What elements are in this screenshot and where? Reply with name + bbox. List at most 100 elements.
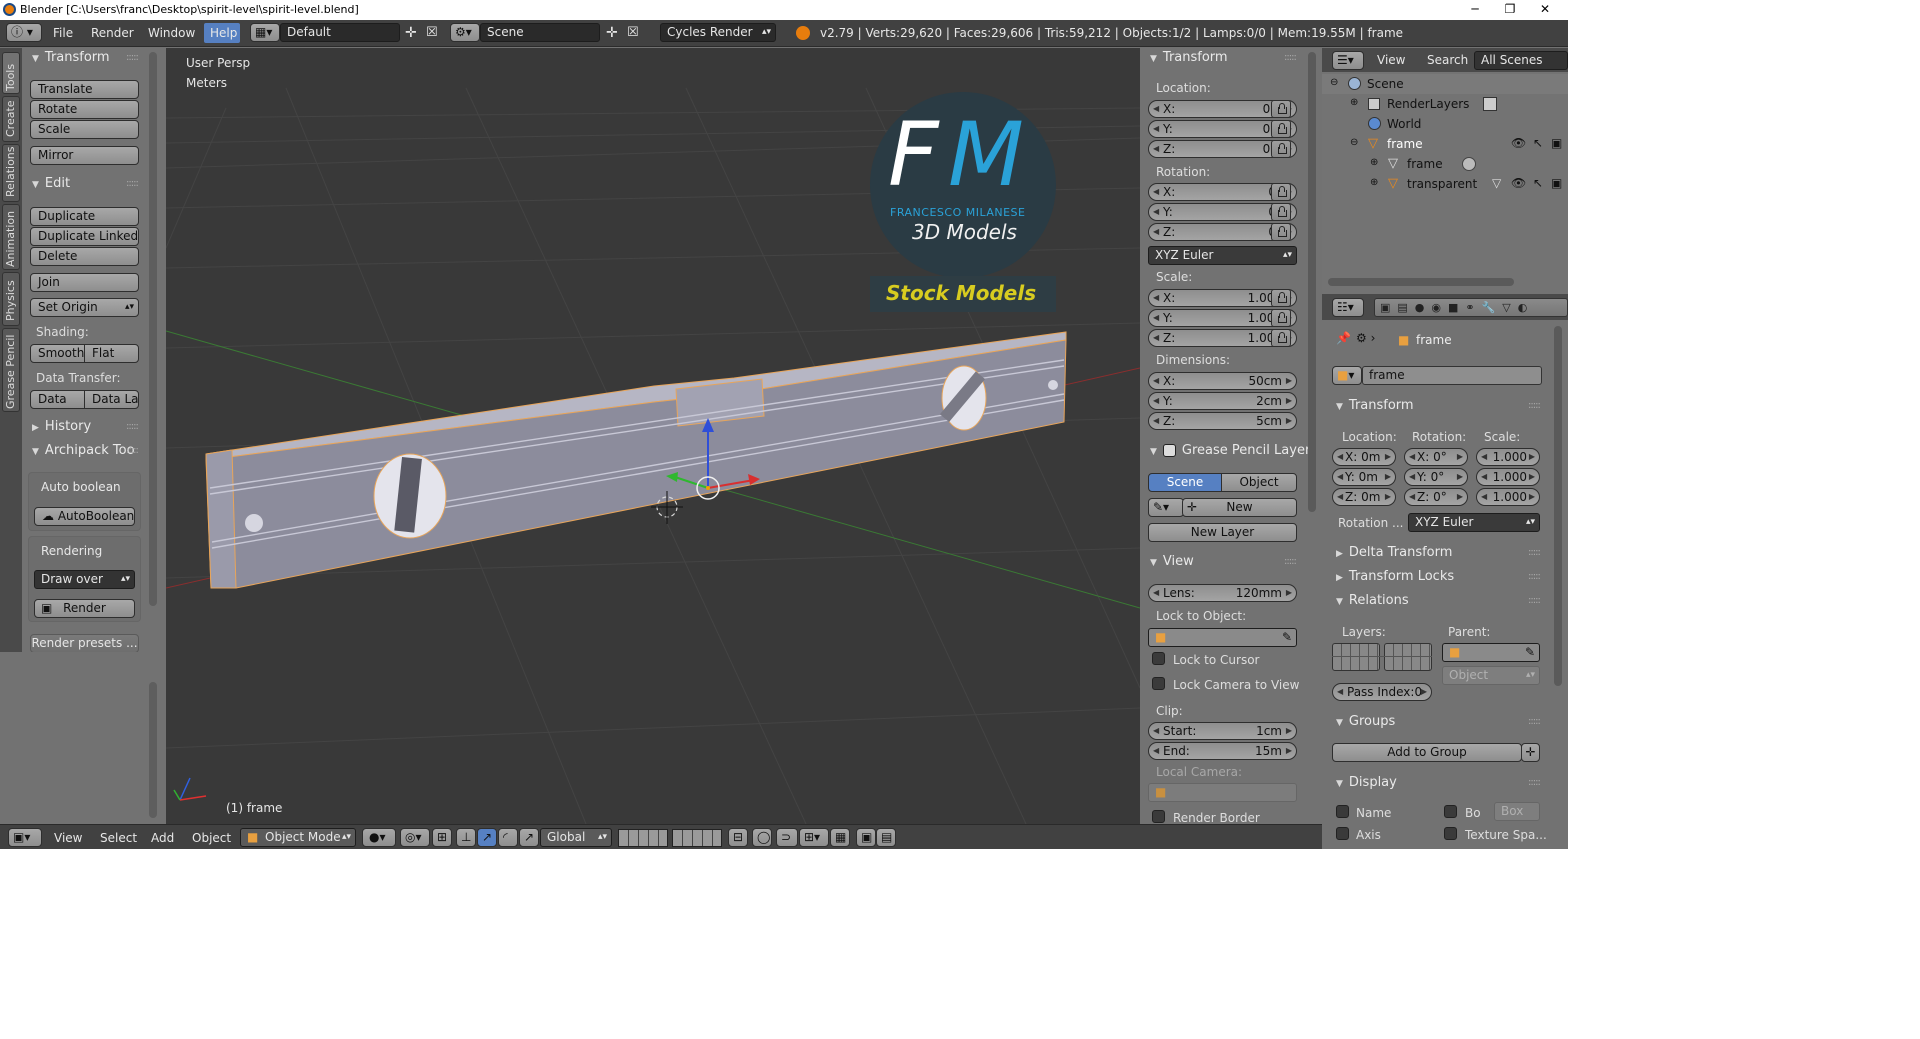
pivot-point-icon[interactable]: ◎▾	[400, 828, 430, 847]
collapse-icon[interactable]: ⊖	[1330, 77, 1338, 88]
lock-to-cursor-checkbox[interactable]	[1152, 652, 1165, 665]
flat-button[interactable]: Flat	[84, 344, 139, 363]
outliner-label-frame[interactable]: frame	[1387, 137, 1423, 151]
rotate-button[interactable]: Rotate	[30, 100, 139, 119]
clip-start-field[interactable]: ◀ Start: 1cm ▶	[1148, 722, 1297, 740]
properties-editor-icon[interactable]: ☷▾	[1332, 298, 1364, 317]
data-layout-button[interactable]: Data La	[84, 390, 139, 409]
proportional-edit-icon[interactable]: ◯	[752, 828, 772, 847]
outliner-filter-select[interactable]: All Scenes	[1474, 51, 1568, 70]
eyedropper-icon[interactable]: ✎	[1282, 629, 1292, 646]
props-scale-z[interactable]: ◀ 1.000 ▶	[1476, 488, 1540, 506]
layers-grid-a[interactable]	[1332, 643, 1380, 671]
manipulator-extra-icon[interactable]: ↗	[519, 828, 539, 847]
scale-button[interactable]: Scale	[30, 120, 139, 139]
outliner-row-frame-mesh[interactable]: ⊕ ▽ frame	[1322, 154, 1568, 174]
lock-icon[interactable]	[1271, 329, 1291, 347]
history-panel-header[interactable]: ▶ History	[32, 419, 91, 434]
menu-help[interactable]: Help	[210, 26, 237, 40]
screen-layout-icon[interactable]: ▦▾	[250, 23, 280, 42]
gp-pencil-icon[interactable]: ✎▾	[1148, 498, 1184, 517]
outliner-row-renderlayers[interactable]: ⊕ RenderLayers	[1322, 94, 1568, 114]
render-border-checkbox[interactable]	[1152, 810, 1165, 823]
add-to-group-button[interactable]: Add to Group	[1332, 743, 1522, 762]
horizontal-scroll-bar[interactable]	[1328, 278, 1514, 286]
tab-physics[interactable]: Physics	[2, 272, 20, 326]
tab-create[interactable]: Create	[2, 96, 20, 142]
scene-icon[interactable]: ⚙▾	[450, 23, 480, 42]
duplicate-linked-button[interactable]: Duplicate Linked	[30, 227, 139, 246]
add-layout-icon[interactable]: ✛	[405, 25, 417, 41]
drag-handle-icon[interactable]: :::::	[1528, 547, 1541, 558]
lock-icon[interactable]	[1271, 223, 1291, 241]
render-camera-icon[interactable]: ▣	[1551, 136, 1562, 150]
relations-header[interactable]: ▼ Relations	[1336, 593, 1409, 608]
render-still-icon[interactable]: ▣	[856, 828, 876, 847]
props-scale-y[interactable]: ◀ 1.000 ▶	[1476, 468, 1540, 486]
gp-new-button[interactable]: ✛ New	[1182, 498, 1297, 517]
drag-handle-icon[interactable]: :::::	[126, 445, 139, 456]
outliner-editor-icon[interactable]: ☰▾	[1332, 51, 1364, 70]
view-panel-header[interactable]: ▼ View	[1150, 554, 1194, 569]
render-presets-button[interactable]: Render presets ...	[30, 634, 139, 653]
drag-handle-icon[interactable]: :::::	[1528, 777, 1541, 788]
parent-field[interactable]: ■ ✎	[1442, 643, 1540, 662]
outliner-label-transparent[interactable]: transparent	[1407, 177, 1477, 191]
remove-layout-icon[interactable]: ☒	[426, 25, 438, 40]
outliner-label-scene[interactable]: Scene	[1367, 77, 1404, 91]
lock-icon[interactable]	[1271, 183, 1291, 201]
lock-icon[interactable]	[1271, 120, 1291, 138]
lock-icon[interactable]	[1271, 309, 1291, 327]
drag-handle-icon[interactable]: :::::	[126, 178, 139, 189]
snap-element-icon[interactable]: ⊞▾	[799, 828, 829, 847]
remove-scene-icon[interactable]: ☒	[627, 25, 639, 40]
layers-grid-b[interactable]	[1384, 643, 1432, 671]
rotate-manipulator-icon[interactable]: ↗	[477, 828, 497, 847]
add-group-icon[interactable]: ✛	[1521, 743, 1540, 762]
drag-handle-icon[interactable]: :::::	[1528, 595, 1541, 606]
drag-handle-icon[interactable]: :::::	[126, 52, 139, 63]
lock-icon[interactable]	[1271, 100, 1291, 118]
drag-handle-icon[interactable]: :::::	[126, 421, 139, 432]
outliner-row-world[interactable]: World	[1322, 114, 1568, 134]
edit-panel-header[interactable]: ▼ Edit	[32, 176, 70, 191]
texture-space-checkbox[interactable]	[1444, 827, 1457, 840]
tab-animation[interactable]: Animation	[2, 204, 20, 270]
expand-icon[interactable]: ⊕	[1370, 177, 1378, 188]
smooth-button[interactable]: Smooth	[30, 344, 85, 363]
dimension-x-field[interactable]: ◀ X: 50cm ▶	[1148, 372, 1297, 390]
props-rot-y[interactable]: ◀ Y: 0° ▶	[1404, 468, 1468, 486]
menu-select[interactable]: Select	[100, 831, 137, 845]
groups-header[interactable]: ▼ Groups	[1336, 714, 1395, 729]
props-rotation-mode-select[interactable]: XYZ Euler ▴▾	[1408, 513, 1540, 532]
n-transform-header[interactable]: ▼ Transform	[1150, 50, 1228, 65]
grease-pencil-checkbox[interactable]	[1162, 444, 1176, 457]
scroll-bar[interactable]	[149, 682, 157, 818]
3d-viewport[interactable]: User Persp Meters (1) frame F M FRANCESC…	[166, 48, 1140, 824]
render-layer-icon[interactable]	[1483, 97, 1497, 111]
lock-icon[interactable]	[1271, 140, 1291, 158]
mode-select[interactable]: ■ Object Mode ▴▾	[240, 828, 356, 847]
delta-transform-header[interactable]: ▶ Delta Transform	[1336, 545, 1452, 560]
drag-handle-icon[interactable]: :::::	[1528, 716, 1541, 727]
outliner-search-menu[interactable]: Search	[1427, 53, 1468, 67]
select-arrow-icon[interactable]: ↖	[1533, 136, 1543, 150]
menu-add[interactable]: Add	[151, 831, 174, 845]
tab-grease-pencil[interactable]: Grease Pencil	[2, 328, 20, 412]
render-camera-icon[interactable]: ▣	[1551, 176, 1562, 190]
props-loc-x[interactable]: ◀ X: 0m ▶	[1332, 448, 1396, 466]
gp-scene-button[interactable]: Scene	[1148, 473, 1222, 492]
lock-layers-icon[interactable]: ⊟	[728, 828, 748, 847]
axis-checkbox[interactable]	[1336, 827, 1349, 840]
transform-locks-header[interactable]: ▶ Transform Locks	[1336, 569, 1454, 584]
editor-type-3dview-icon[interactable]: ▣▾	[8, 828, 42, 847]
outliner-label-world[interactable]: World	[1387, 117, 1421, 131]
props-rot-z[interactable]: ◀ Z: 0° ▶	[1404, 488, 1468, 506]
drag-handle-icon[interactable]: :::::	[1284, 556, 1297, 567]
scroll-bar[interactable]	[149, 52, 157, 606]
props-loc-z[interactable]: ◀ Z: 0m ▶	[1332, 488, 1396, 506]
props-transform-header[interactable]: ▼ Transform	[1336, 398, 1414, 413]
auto-boolean-button[interactable]: ☁ AutoBoolean	[34, 507, 135, 526]
expand-icon[interactable]: ⊕	[1370, 157, 1378, 168]
grease-pencil-layer-header[interactable]: ▼ Grease Pencil Layer	[1150, 443, 1310, 458]
